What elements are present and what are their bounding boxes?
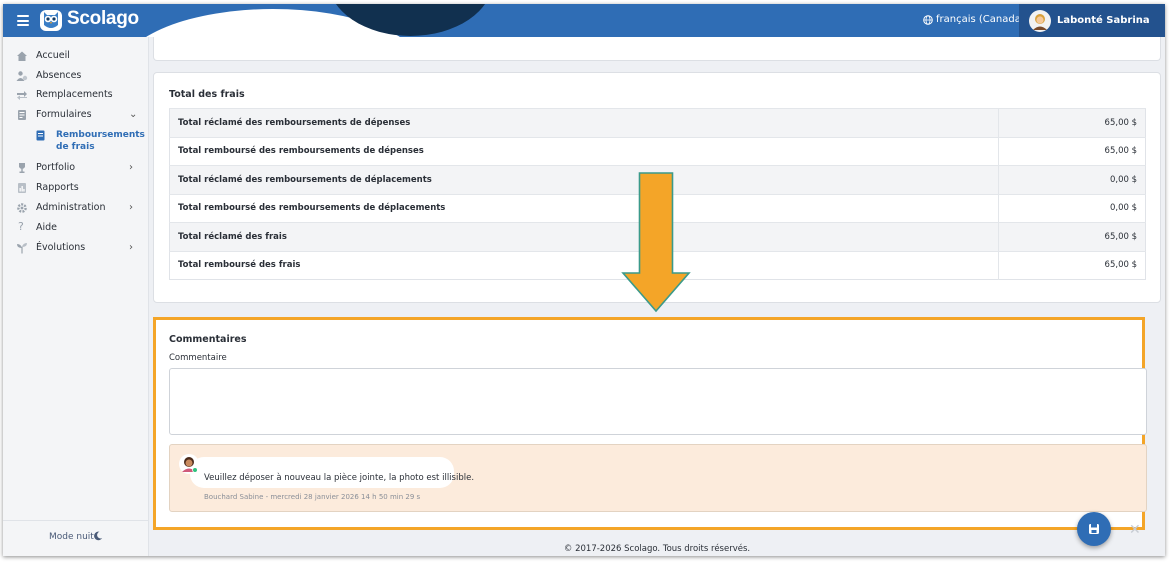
sidebar-item-remplacements[interactable]: Remplacements <box>3 86 149 104</box>
trophy-icon <box>19 163 25 173</box>
user-name: Labonté Sabrina <box>1057 15 1150 26</box>
app-window: Scolago français (Canada) Labonté Sabrin… <box>3 4 1165 556</box>
row-label: Total remboursé des remboursements de dé… <box>169 193 999 223</box>
sidebar-item-rapports[interactable]: Rapports <box>3 179 149 197</box>
row-value: 65,00 $ <box>998 250 1146 280</box>
row-label: Total réclamé des frais <box>169 222 999 251</box>
sidebar-item-label: Remplacements <box>36 89 113 100</box>
sidebar-subitem-remboursements-de-frais[interactable]: Remboursements de frais <box>36 129 146 155</box>
night-mode-toggle[interactable]: Mode nuit <box>3 520 149 556</box>
comments-card: Commentaires Commentaire Veuillez dépose… <box>153 317 1147 530</box>
gear-icon <box>17 203 27 213</box>
document-icon <box>36 130 45 141</box>
language-selector[interactable]: français (Canada) <box>923 14 1025 25</box>
moon-icon <box>94 531 103 541</box>
comment-field-label: Commentaire <box>169 353 227 363</box>
chevron-down-icon: ⌄ <box>129 109 138 120</box>
fees-title: Total des frais <box>169 89 245 100</box>
sidebar-item-label: Aide <box>36 222 58 233</box>
sidebar-item-label: Absences <box>36 70 82 81</box>
row-label: Total remboursé des remboursements de dé… <box>169 136 999 166</box>
commenter-avatar-icon <box>179 454 199 474</box>
comment-meta: Bouchard Sabine - mercredi 28 janvier 20… <box>204 493 421 501</box>
close-icon[interactable]: ✕ <box>1129 522 1141 538</box>
chevron-right-icon: › <box>129 242 133 253</box>
user-menu[interactable]: Labonté Sabrina <box>1019 4 1165 37</box>
comment-textarea[interactable] <box>169 368 1147 435</box>
sidebar-item-aide[interactable]: ? Aide <box>3 219 149 237</box>
row-value: 0,00 $ <box>998 165 1146 194</box>
comment-message: Veuillez déposer à nouveau la pièce join… <box>204 473 475 483</box>
save-icon <box>1089 524 1099 534</box>
row-label: Total réclamé des remboursements de dépl… <box>169 165 999 194</box>
owl-logo-icon <box>40 10 62 31</box>
row-value: 65,00 $ <box>998 108 1146 137</box>
top-bar: Scolago français (Canada) Labonté Sabrin… <box>3 4 1165 37</box>
previous-section-card <box>153 37 1161 61</box>
row-label: Total réclamé des remboursements de dépe… <box>169 108 999 137</box>
sprout-icon <box>17 243 27 254</box>
sidebar-item-evolutions[interactable]: Évolutions › <box>3 239 149 257</box>
sidebar: Accueil Absences Remplacements Formulair… <box>3 37 149 556</box>
language-label: français (Canada) <box>936 14 1025 25</box>
sidebar-item-label: Rapports <box>36 182 79 193</box>
sidebar-subitem-label: Remboursements de frais <box>56 130 145 152</box>
brand-name[interactable]: Scolago <box>67 8 139 30</box>
row-value: 65,00 $ <box>998 136 1146 166</box>
row-label: Total remboursé des frais <box>169 250 999 280</box>
hamburger-menu-icon[interactable] <box>17 15 29 26</box>
sidebar-item-absences[interactable]: Absences <box>3 67 149 85</box>
sidebar-item-accueil[interactable]: Accueil <box>3 47 149 65</box>
row-value: 0,00 $ <box>998 193 1146 223</box>
comments-title: Commentaires <box>169 334 247 345</box>
sidebar-item-label: Administration <box>36 202 106 213</box>
chevron-right-icon: › <box>129 162 133 173</box>
replacements-icon <box>17 91 27 100</box>
sidebar-item-label: Évolutions <box>36 242 86 253</box>
absences-icon <box>16 71 28 81</box>
user-avatar-icon <box>1029 9 1051 32</box>
row-value: 65,00 $ <box>998 222 1146 251</box>
comment-bubble: Veuillez déposer à nouveau la pièce join… <box>190 457 474 488</box>
globe-icon <box>923 14 933 25</box>
reports-icon <box>18 183 26 193</box>
home-icon <box>17 51 27 61</box>
sidebar-item-label: Accueil <box>36 50 70 61</box>
save-fab-button[interactable] <box>1077 512 1111 546</box>
forms-icon <box>18 110 26 120</box>
night-mode-label: Mode nuit <box>49 532 94 542</box>
annotation-arrow <box>621 172 691 313</box>
table-row: Total réclamé des remboursements de dépe… <box>169 108 1146 137</box>
footer-copyright: © 2017-2026 Scolago. Tous droits réservé… <box>563 544 751 554</box>
sidebar-item-formulaires[interactable]: Formulaires ⌄ <box>3 106 149 124</box>
sidebar-item-label: Formulaires <box>36 109 92 120</box>
sidebar-item-administration[interactable]: Administration › <box>3 199 149 217</box>
brand-area: Scolago <box>3 4 139 37</box>
sidebar-item-portfolio[interactable]: Portfolio › <box>3 159 149 177</box>
sidebar-item-label: Portfolio <box>36 162 76 173</box>
chevron-right-icon: › <box>129 202 133 213</box>
table-row: Total remboursé des remboursements de dé… <box>169 136 1146 166</box>
question-icon: ? <box>18 220 24 233</box>
comment-thread: Veuillez déposer à nouveau la pièce join… <box>169 444 1147 512</box>
